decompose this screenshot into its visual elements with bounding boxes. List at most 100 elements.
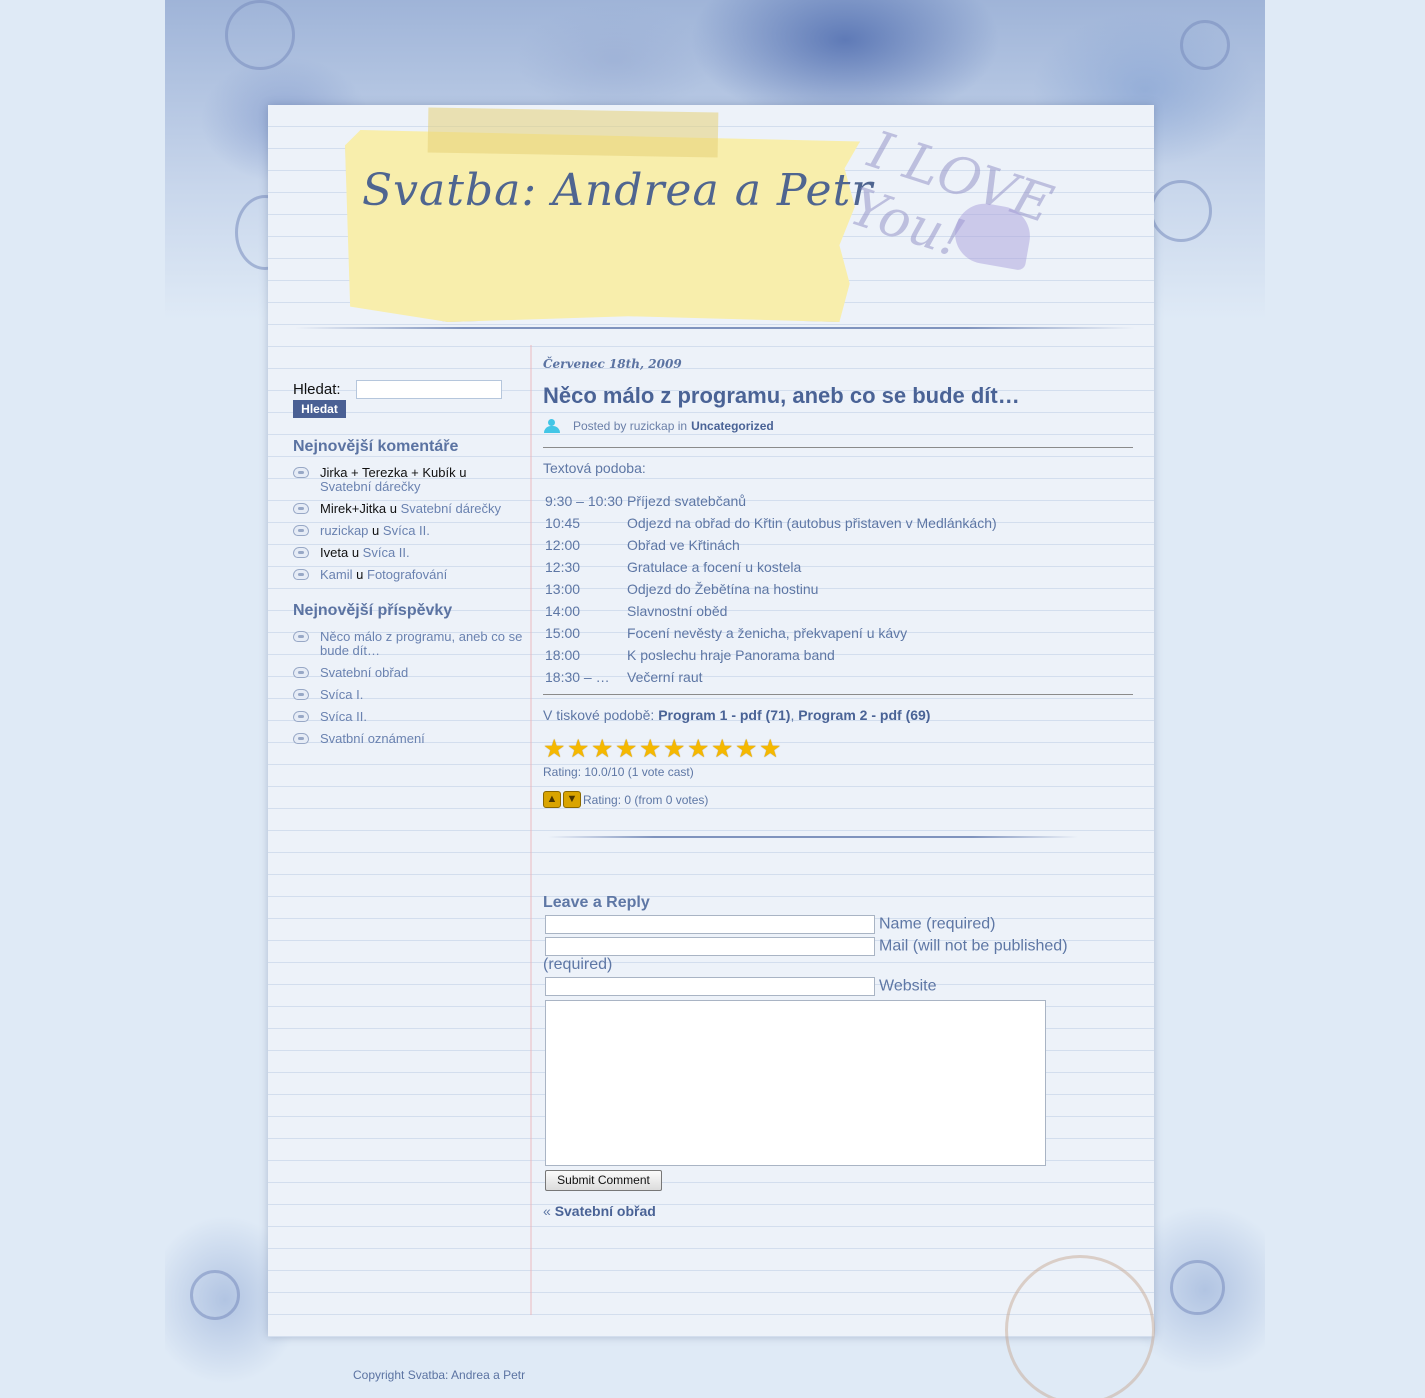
comment-sep: u — [459, 465, 467, 480]
comment-textarea[interactable] — [545, 1000, 1046, 1166]
star-icon[interactable]: ★ — [735, 737, 759, 762]
text-intro: Textová podoba: — [543, 460, 646, 476]
name-label: Name (required) — [879, 915, 996, 933]
schedule-time: 12:00 — [545, 537, 581, 553]
post-title[interactable]: Něco málo z programu, aneb co se bude dí… — [543, 383, 1133, 409]
schedule-table: 9:30 – 10:30 Příjezd svatebčanů 10:45 Odje… — [543, 490, 999, 688]
comment-bullet-icon — [293, 525, 309, 536]
comment-sep: u — [372, 523, 380, 538]
comment-author-link[interactable]: ruzickap — [320, 523, 368, 538]
list-item: Něco málo z programu, aneb co se bude dí… — [293, 630, 528, 658]
comment-post-link[interactable]: Svatební dárečky — [320, 479, 420, 494]
star-icon[interactable]: ★ — [711, 737, 735, 762]
post-date: Červenec 18th, 2009 — [543, 357, 682, 371]
schedule-event: Večerní raut — [627, 669, 703, 685]
schedule-event: Gratulace a focení u kostela — [627, 559, 802, 575]
vote-row: ▲ ▼ Rating: 0 (from 0 votes) — [543, 791, 1133, 808]
schedule-time: 15:00 — [545, 625, 581, 641]
search-button[interactable]: Hledat — [293, 400, 346, 418]
table-row: 12:00 Obřad ve Křtinách — [543, 534, 999, 556]
header-divider — [295, 327, 1135, 329]
star-icon[interactable]: ★ — [615, 737, 639, 762]
star-icon[interactable]: ★ — [591, 737, 615, 762]
schedule-time: 10:45 — [545, 515, 581, 531]
schedule-time: 12:30 — [545, 559, 581, 575]
swirl-decoration — [190, 1270, 240, 1320]
star-icon[interactable]: ★ — [567, 737, 591, 762]
divider — [543, 447, 1133, 448]
recent-comments-heading: Nejnovější komentáře — [293, 438, 459, 455]
swirl-decoration — [1170, 1260, 1225, 1315]
table-row: 14:00 Slavnostní oběd — [543, 600, 999, 622]
schedule-event: Focení nevěsty a ženicha, překvapení u k… — [627, 625, 908, 641]
star-icon[interactable]: ★ — [759, 737, 783, 762]
table-row: 12:30 Gratulace a focení u kostela — [543, 556, 999, 578]
thumbs-up-icon[interactable]: ▲ — [543, 791, 561, 808]
print-sep: , — [790, 707, 795, 723]
category-link[interactable]: Uncategorized — [691, 419, 774, 433]
schedule-time: 13:00 — [545, 581, 581, 597]
recent-post-link[interactable]: Svíca II. — [320, 709, 367, 724]
schedule-time: 9:30 – 10:30 — [545, 493, 623, 509]
table-row: 18:30 – … Večerní raut — [543, 666, 999, 688]
prev-post-link[interactable]: Svatební obřad — [555, 1203, 656, 1219]
comment-post-link[interactable]: Fotografování — [367, 567, 447, 582]
comment-author: Mirek+Jitka — [320, 501, 387, 516]
comment-author-link[interactable]: Kamil — [320, 567, 353, 582]
schedule-event: Slavnostní oběd — [627, 603, 728, 619]
name-field[interactable] — [545, 915, 875, 934]
comment-sep: u — [356, 567, 364, 582]
search-input[interactable] — [356, 379, 502, 399]
website-row: Website — [543, 977, 1133, 996]
list-item: Svatbní oznámení — [293, 732, 528, 746]
name-row: Name (required) — [543, 915, 1133, 934]
title-note — [345, 130, 860, 322]
mail-field[interactable] — [545, 937, 875, 956]
schedule-time: 18:00 — [545, 647, 581, 663]
print-prefix: V tiskové podobě: — [543, 707, 655, 723]
post-bullet-icon — [293, 631, 309, 642]
website-field[interactable] — [545, 977, 875, 996]
schedule-time: 18:30 – … — [545, 669, 610, 685]
pdf-link-1[interactable]: Program 1 - pdf (71) — [658, 707, 790, 723]
recent-comments-list: Jirka + Terezka + Kubík u Svatební dárečk… — [293, 466, 528, 582]
star-icon[interactable]: ★ — [543, 737, 567, 762]
sidebar: Hledat: Hledat Nejnovější komentáře Jirk… — [293, 378, 528, 754]
list-item: Svíca II. — [293, 710, 528, 724]
recent-post-link[interactable]: Něco málo z programu, aneb co se bude dí… — [320, 629, 522, 658]
coffee-stain — [1005, 1255, 1155, 1398]
swirl-decoration — [1180, 20, 1230, 70]
comment-bullet-icon — [293, 503, 309, 514]
post-bullet-icon — [293, 667, 309, 678]
comment-author: Jirka + Terezka + Kubík — [320, 465, 456, 480]
recent-posts-heading: Nejnovější příspěvky — [293, 602, 453, 619]
comment-post-link[interactable]: Svatební dárečky — [401, 501, 501, 516]
star-icon[interactable]: ★ — [639, 737, 663, 762]
star-icon[interactable]: ★ — [687, 737, 711, 762]
post-meta-prefix: Posted by ruzickap in — [573, 419, 688, 433]
pdf-link-2[interactable]: Program 2 - pdf (69) — [798, 707, 930, 723]
comment-bullet-icon — [293, 467, 309, 478]
thumbs-down-icon[interactable]: ▼ — [563, 791, 581, 808]
post-bullet-icon — [293, 689, 309, 700]
search-form: Hledat: — [293, 378, 528, 400]
post-content: Červenec 18th, 2009 Něco málo z programu… — [543, 357, 1133, 1219]
list-item: Mirek+Jitka u Svatební dárečky — [293, 502, 528, 516]
recent-post-link[interactable]: Svíca I. — [320, 687, 363, 702]
star-icon[interactable]: ★ — [663, 737, 687, 762]
comment-post-link[interactable]: Svíca II. — [383, 523, 430, 538]
recent-posts-list: Něco málo z programu, aneb co se bude dí… — [293, 630, 528, 746]
footer-copyright: Copyright Svatba: Andrea a Petr — [353, 1368, 526, 1382]
comment-author: Iveta — [320, 545, 349, 560]
comment-sep: u — [389, 501, 397, 516]
recent-post-link[interactable]: Svatbní oznámení — [320, 731, 425, 746]
post-bullet-icon — [293, 733, 309, 744]
schedule-event: K poslechu hraje Panorama band — [627, 647, 835, 663]
site-title[interactable]: Svatba: Andrea a Petr — [362, 165, 872, 216]
recent-post-link[interactable]: Svatební obřad — [320, 665, 408, 680]
submit-comment-button[interactable]: Submit Comment — [545, 1170, 662, 1191]
vote-text: Rating: 0 (from 0 votes) — [583, 792, 709, 807]
list-item: Kamil u Fotografování — [293, 568, 528, 582]
comment-post-link[interactable]: Svíca II. — [363, 545, 410, 560]
post-bullet-icon — [293, 711, 309, 722]
